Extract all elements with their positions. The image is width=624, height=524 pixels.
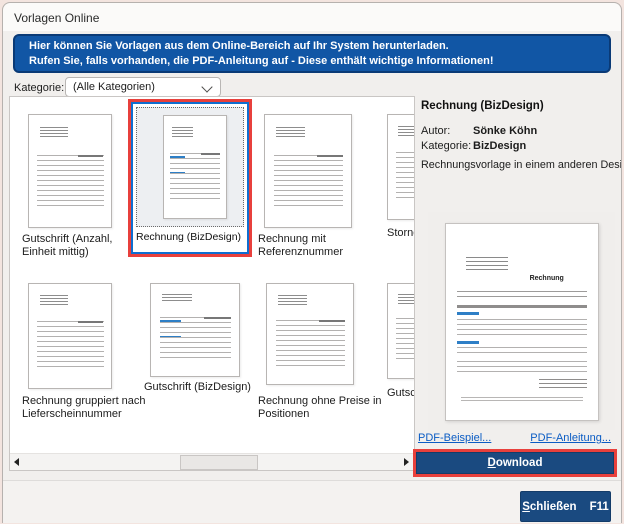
scroll-right-button[interactable] — [398, 454, 414, 469]
template-thumbnail — [163, 115, 227, 219]
preview-blue-section — [457, 312, 480, 315]
preview-doc-title: Rechnung — [530, 275, 564, 282]
preview-table-rows — [457, 361, 588, 375]
details-title: Rechnung (BizDesign) — [421, 100, 544, 112]
vorlagen-online-dialog: Vorlagen Online Hier können Sie Vorlagen… — [2, 2, 622, 523]
annotation-highlight-download: Download — [413, 449, 617, 477]
template-grid: Gutschrift (Anzahl, Einheit mittig) Rech… — [9, 96, 415, 471]
doc-blue-accent — [160, 320, 181, 322]
template-tile-stornorechnung[interactable] — [387, 114, 415, 220]
preview-table-rows — [457, 347, 588, 357]
preview-table-header — [457, 305, 588, 308]
dialog-footer: Schließen F11 — [3, 480, 621, 523]
template-label: Rechnung ohne Preise in Positionen — [258, 395, 388, 421]
author-label: Autor: — [421, 125, 450, 137]
close-label: chließen — [530, 501, 577, 513]
template-preview-panel: Rechnung — [428, 212, 615, 430]
template-tile-rechnung-gruppiert[interactable] — [28, 283, 112, 389]
details-category-label: Kategorie: — [421, 140, 471, 152]
scrollbar-thumb[interactable] — [180, 455, 258, 470]
download-label: ownload — [496, 457, 543, 469]
title-bar: Vorlagen Online — [3, 3, 621, 31]
template-label: Rechnung (BizDesign) — [133, 227, 247, 243]
preview-meta-lines — [457, 291, 588, 297]
template-tile-rechnung-bizdesign-selected[interactable]: Rechnung (BizDesign) — [131, 102, 249, 254]
window-title: Vorlagen Online — [14, 11, 99, 25]
template-label: Rechnung gruppiert nach Lieferscheinnumm… — [22, 395, 152, 421]
template-label: Rechnung mit Referenznummer — [258, 233, 370, 259]
template-tile-rechnung-ohne-preise[interactable] — [266, 283, 354, 385]
preview-address-block — [466, 257, 509, 271]
info-banner: Hier können Sie Vorlagen aus dem Online-… — [13, 34, 611, 73]
template-label: Stornore — [387, 227, 415, 240]
template-tile-gutschrift-cut[interactable] — [387, 283, 415, 379]
template-tile-gutschrift-bizdesign[interactable] — [150, 283, 240, 377]
download-button[interactable]: Download — [416, 452, 614, 474]
preview-totals-block — [539, 379, 588, 391]
close-accesskey: S — [522, 501, 530, 513]
pdf-example-link[interactable]: PDF-Beispiel... — [418, 432, 491, 444]
scroll-left-button[interactable] — [10, 454, 26, 469]
preview-footer-lines — [461, 397, 583, 401]
scroll-right-icon — [404, 458, 409, 466]
category-dropdown[interactable]: (Alle Kategorien) — [65, 77, 221, 97]
category-selected-value: (Alle Kategorien) — [73, 81, 155, 93]
horizontal-scrollbar[interactable] — [10, 453, 414, 470]
info-banner-line1: Hier können Sie Vorlagen aus dem Online-… — [29, 39, 599, 54]
details-description: Rechnungsvorlage in einem anderen Design… — [421, 159, 622, 171]
details-category-row: Kategorie: BizDesign — [421, 140, 471, 152]
category-label: Kategorie: — [14, 82, 64, 94]
details-author-row: Autor: Sönke Köhn — [421, 125, 450, 137]
download-accesskey: D — [488, 457, 496, 469]
template-tile-gutschrift-anzahl[interactable] — [28, 114, 112, 228]
template-tile-rechnung-referenznummer[interactable] — [264, 114, 352, 228]
template-label: Gutschrift (Anzahl, Einheit mittig) — [22, 233, 126, 259]
template-label: Gutschri — [387, 387, 415, 400]
preview-table-rows — [457, 319, 588, 337]
close-shortcut: F11 — [590, 501, 609, 513]
selection-marquee — [136, 107, 244, 227]
pdf-manual-link[interactable]: PDF-Anleitung... — [530, 432, 611, 444]
info-banner-line2: Rufen Sie, falls vorhanden, die PDF-Anle… — [29, 54, 599, 69]
annotation-highlight-selected-template: Rechnung (BizDesign) — [128, 99, 252, 257]
preview-blue-section — [457, 341, 480, 344]
details-category-value: BizDesign — [473, 140, 526, 152]
template-label: Gutschrift (BizDesign) — [144, 381, 264, 394]
scroll-left-icon — [14, 458, 19, 466]
chevron-down-icon — [201, 81, 212, 92]
author-value: Sönke Köhn — [473, 125, 537, 137]
close-button[interactable]: Schließen F11 — [520, 491, 611, 522]
template-preview-page: Rechnung — [445, 223, 599, 421]
doc-blue-accent — [170, 156, 185, 158]
